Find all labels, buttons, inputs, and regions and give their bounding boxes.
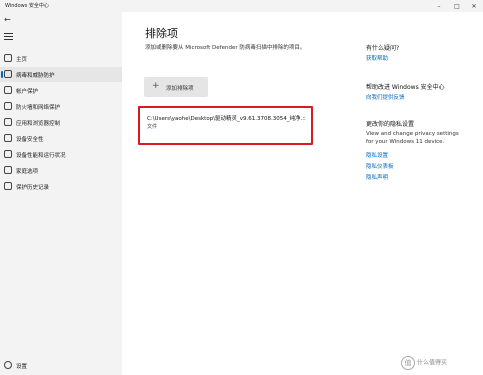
- sidebar-item-label: 帐户保护: [16, 89, 39, 95]
- sidebar-item-device-security[interactable]: 设备安全性: [0, 131, 122, 146]
- sidebar-item-label: 主页: [16, 57, 28, 63]
- sidebar-item-label: 病毒和威胁防护: [16, 73, 55, 79]
- privacy-dashboard-link[interactable]: 隐私仪表板: [366, 162, 394, 170]
- sidebar-item-device-health[interactable]: 设备性能和运行状况: [0, 147, 122, 162]
- wifi-icon: [4, 102, 12, 110]
- feedback-link[interactable]: 向我们提供反馈: [366, 93, 405, 101]
- privacy-text-line-2: for your Windows 11 device.: [366, 139, 445, 145]
- sidebar-item-account[interactable]: 帐户保护: [0, 83, 122, 98]
- sidebar-item-label: 应用和浏览器控制: [16, 121, 61, 127]
- gear-icon: [4, 361, 12, 369]
- page-description: 添加或删除要从 Microsoft Defender 防病毒扫描中排除的项目。: [145, 45, 306, 51]
- exclusion-type: 文件: [147, 124, 158, 130]
- page-title: 排除项: [145, 27, 178, 40]
- person-icon: [4, 86, 12, 94]
- sidebar-item-family[interactable]: 家庭选项: [0, 163, 122, 178]
- sidebar-item-app-browser[interactable]: 应用和浏览器控制: [0, 115, 122, 130]
- plus-icon: +: [152, 81, 160, 91]
- privacy-statement-link[interactable]: 隐私声明: [366, 173, 388, 181]
- sidebar-item-label: 家庭选项: [16, 169, 39, 175]
- watermark: 值什么值得买: [401, 356, 447, 370]
- sidebar-item-label: 防火墙和网络保护: [16, 105, 61, 111]
- improve-heading: 帮助改进 Windows 安全中心: [366, 84, 445, 91]
- sidebar-item-virus-protection[interactable]: 病毒和威胁防护: [0, 67, 122, 82]
- window-title: Windows 安全中心: [5, 3, 49, 9]
- sidebar-item-home[interactable]: 主页: [0, 51, 122, 66]
- back-arrow-icon[interactable]: ←: [4, 15, 16, 25]
- watermark-text: 什么值得买: [417, 359, 448, 367]
- home-icon: [4, 54, 12, 62]
- history-icon: [4, 182, 12, 190]
- app-window-icon: [4, 118, 12, 126]
- sidebar-item-settings[interactable]: 设置: [0, 358, 122, 373]
- minimize-button[interactable]: –: [430, 0, 448, 12]
- title-bar: Windows 安全中心 – □ ✕: [0, 0, 483, 12]
- privacy-text-line-1: View and change privacy settings: [366, 131, 459, 137]
- family-icon: [4, 166, 12, 174]
- shield-icon: [4, 70, 12, 78]
- maximize-button[interactable]: □: [448, 0, 466, 12]
- device-icon: [4, 134, 12, 142]
- add-exclusion-label: 添加排除项: [166, 86, 194, 92]
- exclusion-item[interactable]: C:\Users\yaohe\Desktop\驱动精灵_v9.61.3708.3…: [138, 106, 313, 145]
- exclusion-path: C:\Users\yaohe\Desktop\驱动精灵_v9.61.3708.3…: [147, 116, 306, 122]
- hamburger-menu-icon[interactable]: [4, 33, 13, 40]
- sidebar-item-firewall[interactable]: 防火墙和网络保护: [0, 99, 122, 114]
- close-button[interactable]: ✕: [465, 0, 483, 12]
- main-content: 排除项 添加或删除要从 Microsoft Defender 防病毒扫描中排除的…: [122, 12, 483, 375]
- sidebar-item-label: 保护历史记录: [16, 185, 50, 191]
- sidebar-item-label: 设备安全性: [16, 137, 44, 143]
- heart-icon: [4, 150, 12, 158]
- sidebar: ← 主页 病毒和威胁防护 帐户保护 防火墙和网络保护 应用和浏览器控制 设备安全…: [0, 12, 122, 375]
- question-heading: 有什么疑问?: [366, 45, 400, 52]
- chevron-down-icon: ⌄: [301, 114, 306, 120]
- sidebar-item-history[interactable]: 保护历史记录: [0, 179, 122, 194]
- privacy-heading: 更改你的隐私设置: [366, 121, 415, 128]
- help-link[interactable]: 获取帮助: [366, 54, 388, 62]
- sidebar-item-label: 设备性能和运行状况: [16, 153, 66, 159]
- settings-label: 设置: [16, 364, 28, 370]
- watermark-logo-icon: 值: [401, 356, 415, 370]
- add-exclusion-button[interactable]: + 添加排除项: [144, 77, 208, 97]
- privacy-settings-link[interactable]: 隐私设置: [366, 151, 388, 159]
